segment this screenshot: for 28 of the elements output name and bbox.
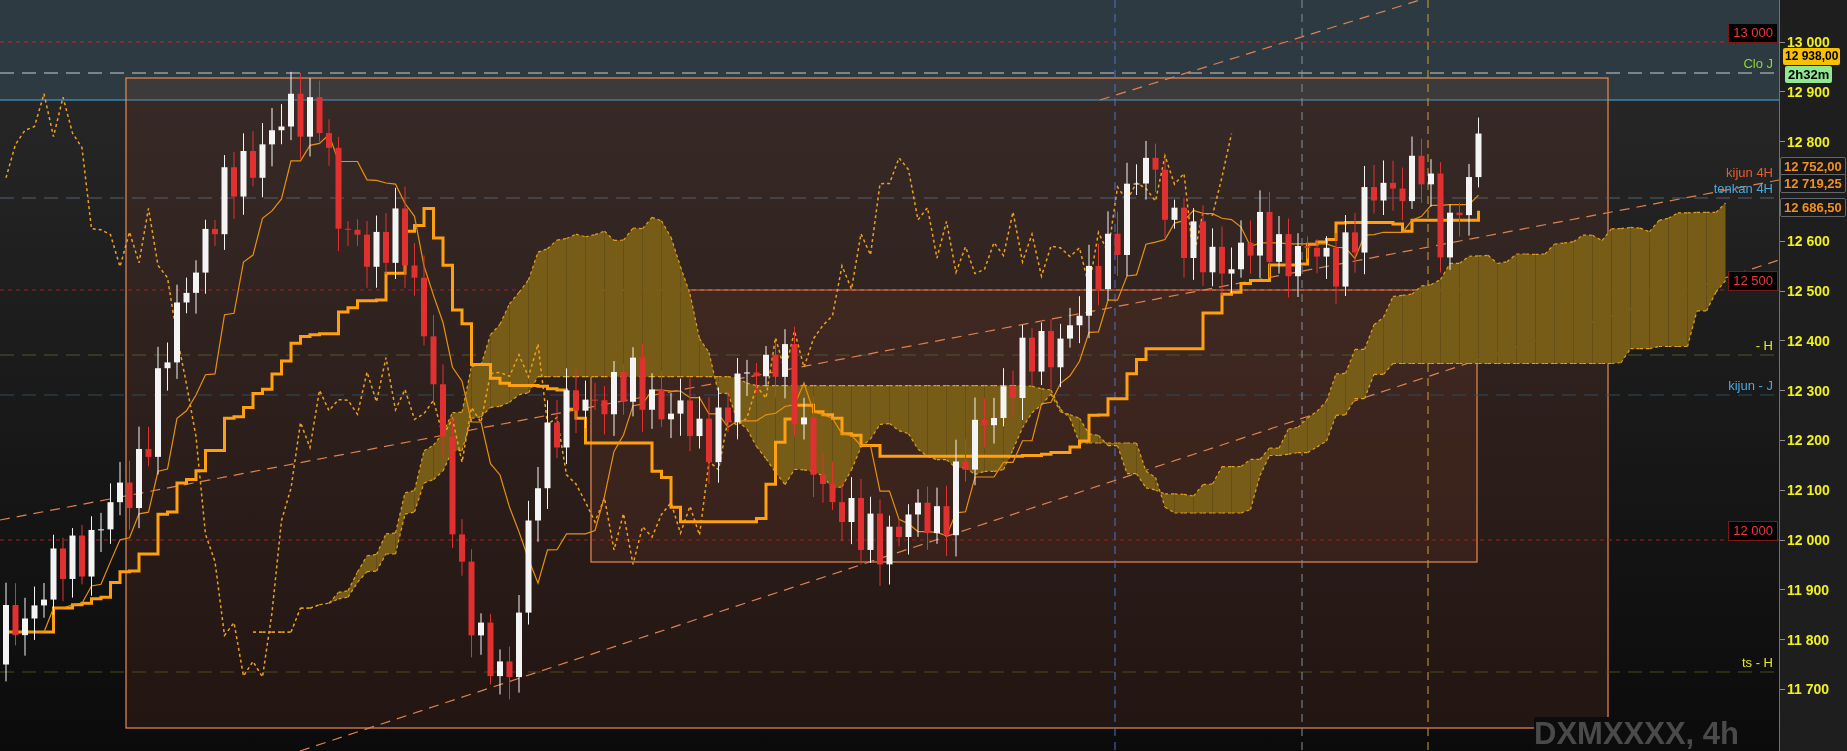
price-label: 13 000 [1787,34,1830,50]
price-level-label: 12 000 [1728,521,1778,541]
symbol-watermark: DXMXXXX, 4h [1534,717,1739,751]
price-tag: 12 719,25 [1780,174,1846,193]
price-tag: 12 752,00 [1780,157,1846,176]
price-label: 12 900 [1787,83,1830,100]
line-label: kijun - J [1728,378,1773,393]
price-label: 12 200 [1787,432,1830,449]
price-tag: 12 938,00 [1783,48,1841,65]
price-level-label: 13 000 [1728,23,1778,43]
price-label: 12 000 [1787,532,1830,548]
price-level-label: 12 500 [1728,271,1778,291]
price-label: 11 800 [1787,631,1830,648]
price-label: 12 400 [1787,332,1830,349]
line-label: kijun 4H [1726,165,1773,180]
price-tag: 12 686,50 [1780,198,1846,217]
line-label: - H [1755,338,1773,353]
price-label: 12 600 [1787,233,1830,250]
countdown-label: 2h32m [1785,66,1833,83]
line-label: tenkan 4H [1713,181,1773,196]
price-label: 12 300 [1787,382,1830,399]
line-label: Clo J [1743,56,1773,71]
line-label: ts - H [1741,655,1773,670]
price-label: 12 800 [1787,133,1830,150]
price-label: 12 500 [1787,283,1830,299]
price-label: 11 700 [1787,681,1830,698]
price-label: 11 900 [1787,581,1830,598]
price-label: 12 100 [1787,482,1830,499]
